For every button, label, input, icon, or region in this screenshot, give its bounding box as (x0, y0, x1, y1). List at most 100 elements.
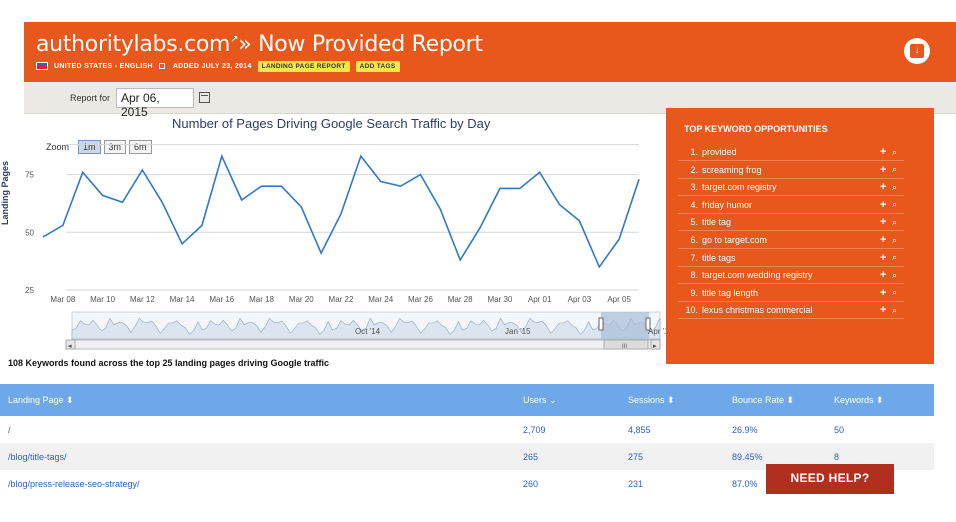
search-icon[interactable]: ⌕ (892, 164, 904, 175)
traffic-line-chart: 25 50 75 Mar 08 Mar 10 Mar 12 Mar 14 Mar 16 Mar… (25, 144, 670, 350)
report-date-input[interactable]: Apr 06, 2015 (116, 88, 194, 119)
col-users[interactable]: Users ⌄ (515, 384, 620, 416)
col-landing-page[interactable]: Landing Page ⬍ (0, 384, 515, 416)
scroll-right-arrow-icon: ▸ (653, 343, 657, 350)
external-link-icon[interactable]: ↗ (230, 34, 238, 45)
col-bounce-rate[interactable]: Bounce Rate ⬍ (724, 384, 826, 416)
added-date: ADDED JULY 23, 2014 (172, 62, 252, 70)
keyword-item[interactable]: 2. screaming frog + ⌕ (678, 162, 904, 179)
y-tick-label: 50 (25, 228, 34, 237)
panel-title: TOP KEYWORD OPPORTUNITIES (684, 124, 828, 134)
keyword-rank: 8. (690, 270, 698, 281)
add-keyword-icon[interactable]: + (880, 216, 892, 228)
y-tick-label: 75 (25, 171, 34, 180)
add-keyword-icon[interactable]: + (880, 269, 892, 281)
calendar-small-icon (158, 63, 165, 69)
cell-landing-page[interactable]: / (0, 416, 515, 443)
add-keyword-icon[interactable]: + (880, 304, 892, 316)
cell-landing-page[interactable]: /blog/title-tags/ (0, 443, 515, 470)
keyword-text[interactable]: friday humor (702, 200, 880, 210)
report-header: authoritylabs.com↗» Now Provided Report … (24, 22, 956, 82)
x-tick-label: Mar 30 (487, 295, 512, 304)
search-icon[interactable]: ⌕ (892, 235, 904, 246)
keyword-text[interactable]: screaming frog (702, 165, 880, 175)
x-tick-label: Mar 28 (448, 295, 473, 304)
keyword-rank: 10. (685, 305, 698, 316)
keyword-text[interactable]: provided (702, 147, 880, 157)
landing-page-report-badge[interactable]: LANDING PAGE REPORT (257, 60, 350, 72)
cell-users: 265 (523, 451, 539, 462)
range-navigator[interactable]: Oct '14 Jan '15 Apr '1! (71, 311, 670, 340)
search-icon[interactable]: ⌕ (892, 147, 904, 158)
search-icon[interactable]: ⌕ (892, 217, 904, 228)
x-tick-label: Apr 05 (607, 295, 631, 304)
navigator-label-oct: Oct '14 (355, 327, 381, 336)
keyword-text[interactable]: title tag length (702, 288, 880, 298)
download-button[interactable]: ↓ (904, 38, 930, 64)
keyword-text[interactable]: title tags (702, 253, 880, 263)
add-keyword-icon[interactable]: + (880, 234, 892, 246)
add-tags-button[interactable]: ADD TAGS (355, 60, 400, 72)
need-help-button[interactable]: NEED HELP? (766, 464, 894, 494)
keyword-item[interactable]: 9. title tag length + ⌕ (678, 285, 904, 302)
add-keyword-icon[interactable]: + (880, 164, 892, 176)
x-tick-label: Apr 03 (568, 295, 592, 304)
keyword-item[interactable]: 10. lexus christmas commercial + ⌕ (678, 302, 904, 320)
keyword-item[interactable]: 1. provided + ⌕ (678, 144, 904, 161)
keyword-item[interactable]: 8. target.com wedding registry + ⌕ (678, 267, 904, 285)
scroll-left-arrow-icon: ◂ (68, 343, 72, 350)
navigator-left-handle[interactable] (598, 317, 604, 331)
keyword-item[interactable]: 4. friday humor + ⌕ (678, 197, 904, 214)
keyword-text[interactable]: target.com wedding registry (702, 270, 880, 280)
keyword-item[interactable]: 5. title tag + ⌕ (678, 214, 904, 232)
search-icon[interactable]: ⌕ (892, 199, 904, 210)
add-keyword-icon[interactable]: + (880, 287, 892, 299)
keyword-text[interactable]: target.com registry (702, 182, 880, 192)
report-title: authoritylabs.com↗» Now Provided Report (36, 32, 483, 57)
keyword-rank: 6. (690, 235, 698, 245)
x-tick-label: Mar 14 (170, 295, 195, 304)
keyword-rank: 3. (690, 182, 698, 193)
calendar-icon[interactable] (199, 92, 210, 103)
keyword-text[interactable]: go to target.com (702, 235, 880, 245)
keyword-text[interactable]: title tag (702, 217, 880, 227)
x-tick-label: Mar 12 (130, 295, 155, 304)
col-keywords[interactable]: Keywords ⬍ (826, 384, 934, 416)
keyword-rank: 5. (690, 217, 698, 228)
search-icon[interactable]: ⌕ (892, 305, 904, 316)
search-icon[interactable]: ⌕ (892, 182, 904, 193)
series-line (42, 153, 640, 269)
col-sessions[interactable]: Sessions ⬍ (620, 384, 724, 416)
cell-users: 2,709 (523, 424, 546, 435)
keyword-rank: 7. (690, 252, 698, 263)
site-link[interactable]: authoritylabs.com (36, 32, 230, 57)
x-tick-label: Mar 10 (90, 295, 115, 304)
search-icon[interactable]: ⌕ (892, 252, 904, 263)
chart-title: Number of Pages Driving Google Search Tr… (172, 116, 491, 131)
keyword-text[interactable]: lexus christmas commercial (702, 305, 880, 315)
chart-scrollbar[interactable]: III ◂ ▸ (65, 339, 661, 350)
keyword-item[interactable]: 7. title tags + ⌕ (678, 250, 904, 267)
keyword-item[interactable]: 6. go to target.com + ⌕ (678, 232, 904, 249)
keyword-rank: 9. (690, 287, 698, 298)
table-row[interactable]: / 2,709 4,855 26.9% 50 (0, 416, 934, 443)
cell-sessions: 231 (628, 478, 644, 489)
scrollbar-track (65, 339, 661, 350)
cell-keywords: 50 (834, 424, 845, 435)
x-tick-label: Mar 08 (50, 295, 75, 304)
x-tick-label: Mar 16 (209, 295, 234, 304)
add-keyword-icon[interactable]: + (880, 199, 892, 211)
x-tick-label: Mar 22 (329, 295, 354, 304)
download-icon: ↓ (910, 44, 924, 58)
add-keyword-icon[interactable]: + (880, 181, 892, 193)
cell-users: 260 (523, 478, 539, 489)
search-icon[interactable]: ⌕ (892, 270, 904, 281)
navigator-selection[interactable] (601, 312, 649, 339)
add-keyword-icon[interactable]: + (880, 252, 892, 264)
add-keyword-icon[interactable]: + (880, 146, 892, 158)
keywords-summary: 108 Keywords found across the top 25 lan… (8, 358, 330, 368)
keyword-opportunities-panel: TOP KEYWORD OPPORTUNITIES 1. provided + ⌕ 2.… (666, 108, 934, 364)
search-icon[interactable]: ⌕ (892, 287, 904, 298)
keyword-item[interactable]: 3. target.com registry + ⌕ (678, 179, 904, 197)
cell-landing-page[interactable]: /blog/press-release-seo-strategy/ (0, 470, 515, 497)
